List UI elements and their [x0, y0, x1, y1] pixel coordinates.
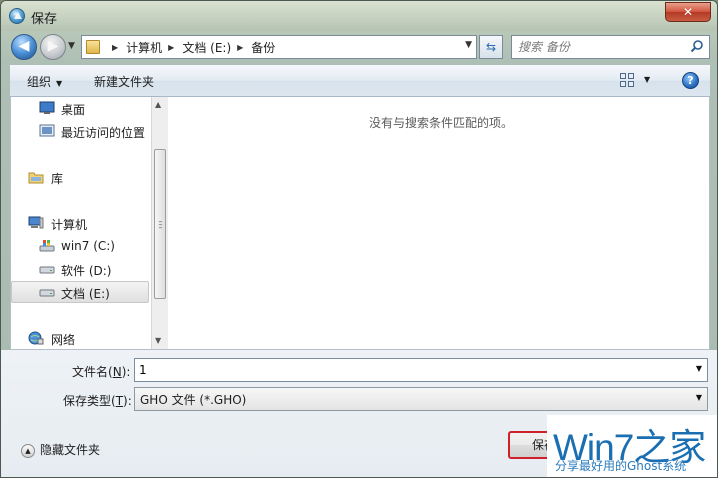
- address-bar[interactable]: ▶ 计算机 ▶ 文档 (E:) ▶ 备份 ▼: [81, 35, 477, 59]
- address-row: ◀ ▶ ▼ ▶ 计算机 ▶ 文档 (E:) ▶ 备份 ▼ ⇆: [1, 31, 717, 63]
- computer-icon: [28, 216, 44, 229]
- chevron-down-icon[interactable]: ▼: [696, 364, 702, 373]
- search-icon[interactable]: [690, 39, 704, 53]
- file-list[interactable]: 没有与搜索条件匹配的项。: [169, 97, 709, 349]
- chevron-down-icon: ▼: [56, 79, 63, 88]
- hide-folders-toggle[interactable]: ▲ 隐藏文件夹: [21, 441, 100, 458]
- folder-icon: [86, 40, 100, 54]
- nav-item-drive-e[interactable]: 文档 (E:): [11, 281, 149, 303]
- address-history-dropdown-icon[interactable]: ▼: [465, 40, 472, 50]
- forward-arrow-icon: ▶: [47, 38, 59, 54]
- title-bar: 保存 ✕: [1, 1, 717, 31]
- back-arrow-icon: ◀: [18, 38, 30, 54]
- breadcrumb-backup[interactable]: 备份: [251, 39, 275, 56]
- command-bar: 组织 ▼ 新建文件夹 ▼ ?: [10, 65, 710, 97]
- chevron-down-icon[interactable]: ▼: [696, 393, 702, 402]
- watermark-slogan: 分享最好用的Ghost系统: [555, 459, 687, 473]
- desktop-icon: [39, 101, 55, 114]
- search-input[interactable]: [518, 39, 678, 55]
- site-watermark: Win7之家 分享最好用的Ghost系统: [547, 415, 717, 477]
- scroll-up-icon[interactable]: ▲: [155, 100, 161, 109]
- recent-places-icon: [39, 124, 55, 137]
- nav-item-network[interactable]: 网络: [11, 328, 149, 350]
- recent-pages-dropdown-icon[interactable]: ▼: [68, 41, 75, 51]
- save-dialog: 保存 ✕ ◀ ▶ ▼ ▶ 计算机 ▶ 文档 (E:) ▶ 备份 ▼ ⇆ 搜索 备…: [0, 0, 718, 478]
- nav-item-label: 桌面: [61, 103, 86, 117]
- breadcrumb-documents-drive[interactable]: 文档 (E:): [182, 39, 231, 56]
- new-folder-button[interactable]: 新建文件夹: [94, 73, 154, 90]
- library-icon: [28, 172, 44, 184]
- nav-item-drive-d[interactable]: 软件 (D:): [11, 259, 149, 281]
- close-button[interactable]: ✕: [665, 2, 711, 22]
- filetype-value: GHO 文件 (*.GHO): [140, 393, 247, 407]
- filetype-label: 保存类型(T):: [63, 394, 132, 408]
- nav-item-computer[interactable]: 计算机: [11, 213, 149, 235]
- breadcrumb-computer[interactable]: 计算机: [126, 39, 162, 56]
- breadcrumb-separator-icon[interactable]: ▶: [237, 43, 243, 52]
- nav-item-desktop[interactable]: 桌面: [11, 98, 149, 120]
- network-icon: [28, 331, 44, 345]
- navigation-scrollbar[interactable]: ▲ – – – ▼: [151, 97, 168, 349]
- back-button[interactable]: ◀: [11, 34, 37, 60]
- filename-label: 文件名(N):: [72, 365, 131, 379]
- collapse-icon: ▲: [21, 443, 35, 458]
- filetype-select[interactable]: GHO 文件 (*.GHO) ▼: [134, 387, 708, 411]
- system-drive-icon: [39, 240, 55, 252]
- nav-item-label: 最近访问的位置: [61, 126, 146, 140]
- filetype-hotkey: T: [115, 394, 124, 408]
- filename-label-text: 文件名: [72, 365, 109, 379]
- filename-input[interactable]: [139, 362, 679, 378]
- organize-label: 组织: [27, 75, 52, 89]
- filename-hotkey: N: [112, 365, 122, 379]
- breadcrumb-separator-icon[interactable]: ▶: [112, 43, 118, 52]
- nav-item-drive-c[interactable]: win7 (C:): [11, 236, 149, 258]
- filename-combo[interactable]: ▼: [134, 358, 708, 382]
- browser-content: 桌面 最近访问的位置 库 计算机 win7 (C:) 软件 (D:) 文档 (E…: [10, 97, 710, 350]
- nav-item-label: 库: [51, 172, 64, 186]
- forward-button[interactable]: ▶: [40, 34, 66, 60]
- refresh-icon: ⇆: [485, 40, 497, 54]
- nav-item-label: 文档 (E:): [61, 287, 110, 301]
- help-button[interactable]: ?: [682, 72, 699, 89]
- nav-item-libraries[interactable]: 库: [11, 167, 149, 189]
- refresh-button[interactable]: ⇆: [479, 35, 503, 59]
- breadcrumb: ▶ 计算机 ▶ 文档 (E:) ▶ 备份: [106, 39, 275, 56]
- navigation-pane: 桌面 最近访问的位置 库 计算机 win7 (C:) 软件 (D:) 文档 (E…: [11, 97, 151, 349]
- window-title: 保存: [31, 12, 58, 27]
- nav-item-recent-places[interactable]: 最近访问的位置: [11, 121, 149, 143]
- scrollbar-thumb[interactable]: – – –: [154, 149, 166, 299]
- nav-item-label: 计算机: [51, 218, 88, 232]
- change-view-icon[interactable]: [620, 73, 634, 87]
- grip-icon: – – –: [158, 217, 163, 232]
- organize-menu[interactable]: 组织 ▼: [27, 73, 62, 90]
- empty-results-message: 没有与搜索条件匹配的项。: [369, 116, 514, 130]
- filetype-label-text: 保存类型: [63, 394, 112, 408]
- view-options-dropdown-icon[interactable]: ▼: [644, 75, 650, 84]
- search-box[interactable]: [511, 35, 710, 59]
- drive-icon: [39, 266, 55, 274]
- nav-item-label: win7 (C:): [61, 239, 115, 253]
- breadcrumb-separator-icon[interactable]: ▶: [168, 43, 174, 52]
- nav-item-label: 网络: [51, 333, 76, 347]
- drive-icon: [39, 289, 55, 297]
- nav-item-label: 软件 (D:): [61, 264, 112, 278]
- hide-folders-label: 隐藏文件夹: [40, 443, 101, 457]
- scroll-down-icon[interactable]: ▼: [155, 336, 161, 345]
- save-dialog-icon: [9, 8, 25, 24]
